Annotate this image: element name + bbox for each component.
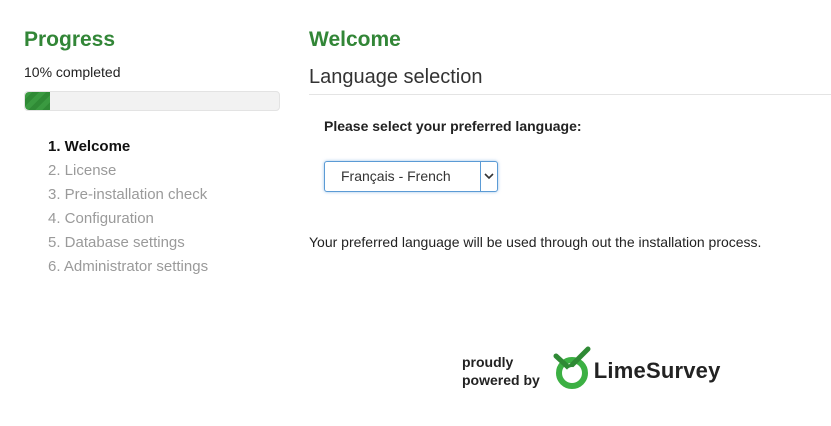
- language-select-value[interactable]: Français - French: [325, 162, 480, 191]
- step-database-settings: 5. Database settings: [48, 234, 185, 251]
- progress-bar: [24, 91, 280, 111]
- powered-by-footer: proudly powered by LimeSurvey: [462, 346, 721, 395]
- step-configuration: 4. Configuration: [48, 210, 154, 227]
- page-title: Welcome: [309, 28, 401, 51]
- powered-line-2: powered by: [462, 371, 540, 388]
- language-prompt: Please select your preferred language:: [324, 118, 582, 134]
- progress-title: Progress: [24, 28, 116, 51]
- installer-page: Progress 10% completed 1. Welcome 2. Lic…: [0, 0, 831, 426]
- progress-bar-fill: [25, 92, 51, 110]
- powered-by-text: proudly powered by: [462, 353, 540, 389]
- brand-name: LimeSurvey: [593, 357, 721, 383]
- limesurvey-logo-icon: [552, 346, 592, 395]
- step-license: 2. License: [48, 162, 117, 179]
- limesurvey-logo[interactable]: LimeSurvey: [552, 346, 721, 395]
- step-welcome: 1. Welcome: [48, 138, 131, 155]
- language-select[interactable]: Français - French: [324, 161, 498, 192]
- chevron-down-icon[interactable]: [480, 162, 497, 191]
- step-list: 1. Welcome 2. License 3. Pre-installatio…: [48, 135, 280, 279]
- step-pre-installation-check: 3. Pre-installation check: [48, 186, 208, 203]
- powered-line-1: proudly: [462, 353, 514, 370]
- progress-text: 10% completed: [24, 64, 121, 80]
- main-content: Welcome Language selection Please select…: [309, 26, 831, 250]
- progress-sidebar: Progress 10% completed 1. Welcome 2. Lic…: [24, 26, 280, 279]
- step-administrator-settings: 6. Administrator settings: [48, 258, 209, 275]
- language-note: Your preferred language will be used thr…: [309, 234, 762, 250]
- section-title: Language selection: [309, 64, 831, 95]
